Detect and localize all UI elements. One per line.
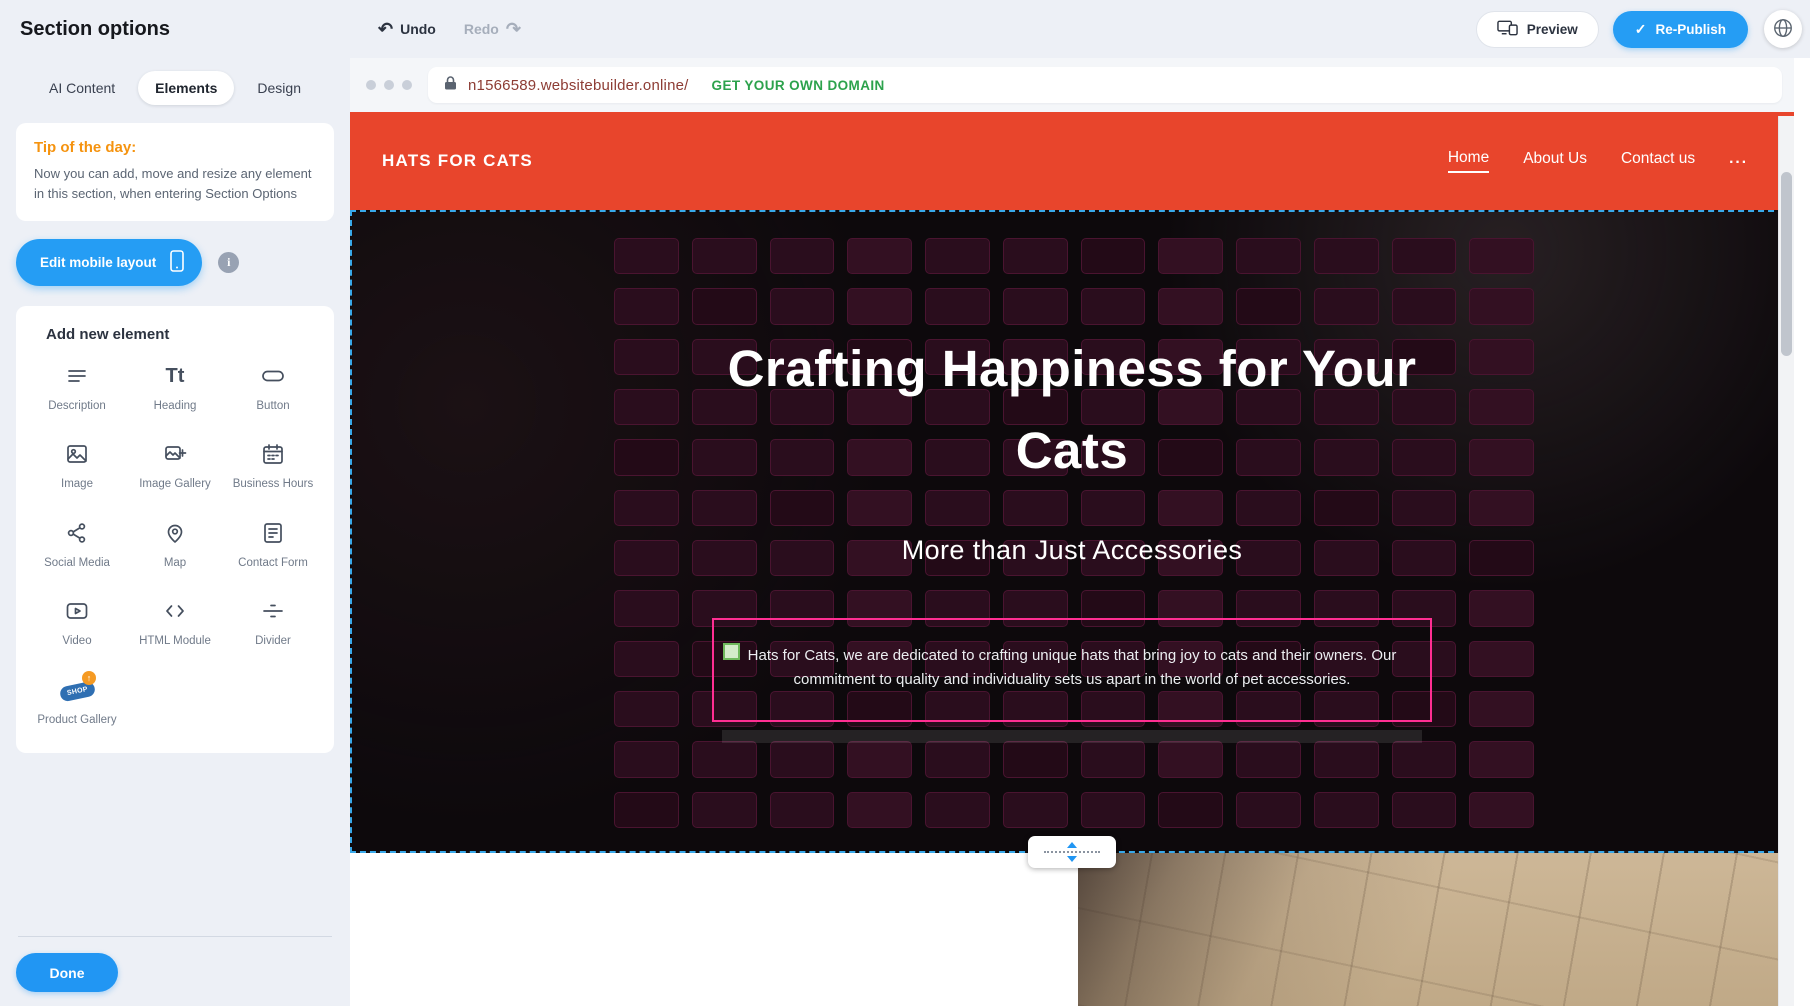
element-description[interactable]: Description <box>30 361 124 413</box>
divider-icon <box>261 596 285 626</box>
element-heading[interactable]: Tt Heading <box>128 361 222 413</box>
window-control-dot <box>402 80 412 90</box>
tab-elements[interactable]: Elements <box>138 71 234 105</box>
image-icon <box>65 439 89 469</box>
phone-icon <box>170 250 184 275</box>
site-header: HATS FOR CATS Home About Us Contact us .… <box>350 112 1794 210</box>
hero-section-selected[interactable]: Crafting Happiness for Your Cats More th… <box>350 210 1794 853</box>
element-placeholder-bar <box>722 730 1422 743</box>
nav-about-us[interactable]: About Us <box>1523 150 1587 172</box>
tip-body: Now you can add, move and resize any ele… <box>34 164 316 203</box>
preview-label: Preview <box>1527 22 1578 37</box>
drag-handle[interactable] <box>723 643 740 660</box>
heading-icon: Tt <box>166 361 185 391</box>
map-icon <box>163 518 187 548</box>
element-button[interactable]: Button <box>226 361 320 413</box>
window-control-dot <box>384 80 394 90</box>
republish-button[interactable]: ✓ Re-Publish <box>1613 11 1748 48</box>
history-controls: ↶ Undo Redo ↷ <box>378 20 521 38</box>
html-module-icon <box>163 596 187 626</box>
hero-heading[interactable]: Crafting Happiness for Your Cats <box>682 328 1462 491</box>
redo-button[interactable]: Redo ↷ <box>464 20 521 38</box>
get-domain-link[interactable]: GET YOUR OWN DOMAIN <box>712 78 885 93</box>
resize-down-arrow-icon <box>1067 856 1077 862</box>
edit-mobile-layout-button[interactable]: Edit mobile layout <box>16 239 202 286</box>
info-icon[interactable]: i <box>218 252 239 273</box>
next-section-photo <box>1078 853 1794 1006</box>
undo-icon: ↶ <box>378 20 393 38</box>
hero-content: Crafting Happiness for Your Cats More th… <box>352 212 1792 851</box>
element-image[interactable]: Image <box>30 439 124 491</box>
image-gallery-icon <box>163 439 187 469</box>
business-hours-icon <box>261 439 285 469</box>
next-section <box>350 853 1794 1006</box>
site-nav: Home About Us Contact us ... <box>1448 149 1748 173</box>
element-product-gallery[interactable]: SHOP ↑ Product Gallery <box>30 675 124 727</box>
check-icon: ✓ <box>1635 21 1647 38</box>
hero-subheading[interactable]: More than Just Accessories <box>902 535 1243 566</box>
page-title: Section options <box>0 18 350 41</box>
done-button[interactable]: Done <box>16 953 118 992</box>
preview-button[interactable]: Preview <box>1476 11 1599 48</box>
sidebar: AI Content Elements Design Tip of the da… <box>0 58 350 1006</box>
nav-contact-us[interactable]: Contact us <box>1621 150 1695 172</box>
video-icon <box>65 596 89 626</box>
upgrade-badge-icon: ↑ <box>82 671 96 685</box>
site-preview: HATS FOR CATS Home About Us Contact us .… <box>350 112 1794 1006</box>
globe-icon <box>1772 17 1794 42</box>
devices-icon <box>1497 20 1518 39</box>
element-contact-form[interactable]: Contact Form <box>226 518 320 570</box>
element-video[interactable]: Video <box>30 596 124 648</box>
browser-bar: n1566589.websitebuilder.online/ GET YOUR… <box>350 58 1794 112</box>
tip-of-the-day-card: Tip of the day: Now you can add, move an… <box>16 123 334 221</box>
sidebar-tabs: AI Content Elements Design <box>16 58 334 115</box>
tip-title: Tip of the day: <box>34 139 316 156</box>
republish-label: Re-Publish <box>1655 22 1726 37</box>
resize-up-arrow-icon <box>1067 842 1077 848</box>
redo-icon: ↷ <box>506 20 521 38</box>
social-media-icon <box>65 518 89 548</box>
element-business-hours[interactable]: Business Hours <box>226 439 320 491</box>
topbar-actions: Preview ✓ Re-Publish <box>1476 11 1810 48</box>
editor-canvas: n1566589.websitebuilder.online/ GET YOUR… <box>350 58 1794 1006</box>
section-resize-handle[interactable] <box>1028 836 1116 868</box>
nav-home[interactable]: Home <box>1448 149 1489 173</box>
contact-form-icon <box>261 518 285 548</box>
url-bar[interactable]: n1566589.websitebuilder.online/ GET YOUR… <box>428 67 1782 103</box>
next-section-blank <box>350 853 1078 1006</box>
element-html-module[interactable]: HTML Module <box>128 596 222 648</box>
button-icon <box>261 361 285 391</box>
redo-label: Redo <box>464 21 499 37</box>
element-divider[interactable]: Divider <box>226 596 320 648</box>
window-controls <box>366 80 412 90</box>
add-element-card: Add new element Description Tt Heading B… <box>16 306 334 753</box>
language-globe-button[interactable] <box>1764 10 1802 48</box>
element-map[interactable]: Map <box>128 518 222 570</box>
site-url: n1566589.websitebuilder.online/ <box>468 77 689 94</box>
mobile-layout-row: Edit mobile layout i <box>16 239 334 286</box>
undo-button[interactable]: ↶ Undo <box>378 20 436 38</box>
site-logo[interactable]: HATS FOR CATS <box>382 151 533 171</box>
window-control-dot <box>366 80 376 90</box>
undo-label: Undo <box>400 21 436 37</box>
edit-mobile-label: Edit mobile layout <box>40 255 156 270</box>
elements-grid: Description Tt Heading Button Image <box>30 361 320 727</box>
element-social-media[interactable]: Social Media <box>30 518 124 570</box>
topbar: Section options ↶ Undo Redo ↷ Preview ✓ … <box>0 0 1810 58</box>
lock-icon <box>444 75 457 96</box>
selected-text-element[interactable]: Hats for Cats, we are dedicated to craft… <box>712 618 1432 722</box>
product-gallery-icon: SHOP ↑ <box>60 675 94 705</box>
element-image-gallery[interactable]: Image Gallery <box>128 439 222 491</box>
resize-dotted-line <box>1044 851 1100 853</box>
description-icon <box>65 361 89 391</box>
sidebar-spacer <box>16 753 334 936</box>
tab-ai-content[interactable]: AI Content <box>32 71 132 105</box>
sidebar-divider <box>18 936 332 937</box>
add-element-title: Add new element <box>46 326 320 343</box>
nav-more-menu[interactable]: ... <box>1729 150 1748 172</box>
hero-paragraph[interactable]: Hats for Cats, we are dedicated to craft… <box>730 644 1414 692</box>
tab-design[interactable]: Design <box>240 71 318 105</box>
